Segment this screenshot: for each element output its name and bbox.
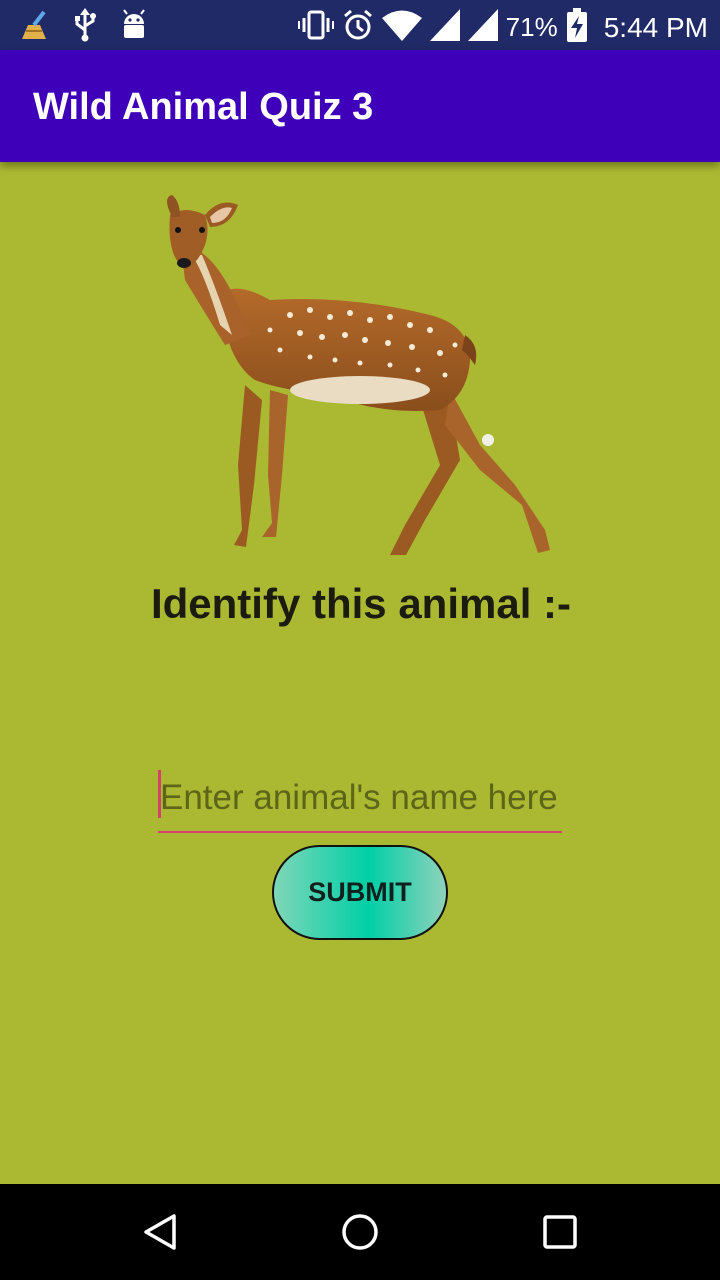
app-title: Wild Animal Quiz 3 bbox=[33, 86, 374, 128]
android-debug-icon bbox=[120, 8, 148, 47]
battery-charging-icon bbox=[566, 8, 588, 47]
animal-name-input[interactable] bbox=[158, 765, 562, 833]
clock: 5:44 PM bbox=[603, 11, 708, 43]
text-cursor bbox=[158, 770, 161, 818]
submit-button[interactable]: SUBMIT bbox=[272, 845, 448, 940]
vibrate-icon bbox=[297, 8, 334, 47]
status-bar: 71% 5:44 PM bbox=[0, 0, 720, 50]
navigation-bar bbox=[0, 1184, 720, 1280]
alarm-icon bbox=[342, 8, 374, 47]
back-icon[interactable] bbox=[124, 1196, 196, 1268]
battery-percent: 71% bbox=[505, 12, 558, 42]
wifi-icon bbox=[381, 9, 422, 46]
cleaner-broom-icon bbox=[18, 9, 50, 46]
question-text: Identify this animal :- bbox=[150, 580, 572, 627]
deer-image bbox=[150, 185, 560, 565]
home-icon[interactable] bbox=[324, 1196, 396, 1268]
signal-icon bbox=[467, 9, 498, 46]
app-bar: Wild Animal Quiz 3 bbox=[0, 50, 720, 162]
recents-icon[interactable] bbox=[524, 1196, 596, 1268]
usb-icon bbox=[72, 8, 98, 47]
signal-icon bbox=[429, 9, 460, 46]
